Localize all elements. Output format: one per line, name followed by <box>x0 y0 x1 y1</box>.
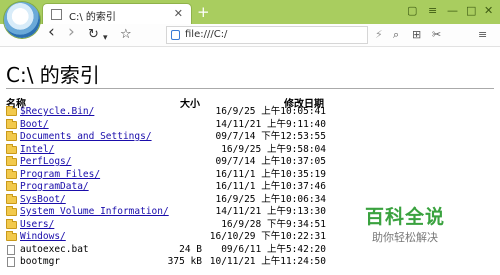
modified-date: 10/11/21 上午11:24:50 <box>209 256 326 267</box>
folder-icon <box>6 106 17 116</box>
list-item: ProgramData/16/11/1 上午10:37:46 <box>0 181 500 194</box>
folder-link[interactable]: Users/ <box>20 219 54 232</box>
modified-date: 14/11/21 上午9:11:40 <box>215 118 326 130</box>
new-tab-button[interactable]: + <box>197 3 210 21</box>
folder-icon <box>6 143 17 154</box>
file-name[interactable]: bootmgr <box>20 256 60 269</box>
modified-date: 16/9/25 上午10:05:41 <box>215 106 326 117</box>
maximize-button[interactable]: □ <box>466 4 476 18</box>
apps-grid-icon[interactable]: ⊞ <box>412 28 421 42</box>
list-item: autoexec.bat 24 B 09/6/11 上午5:42:20 <box>0 244 500 257</box>
folder-link[interactable]: Program Files/ <box>20 169 100 182</box>
modified-date: 16/9/25 上午9:58:04 <box>221 143 326 155</box>
folder-link[interactable]: Boot/ <box>20 119 49 132</box>
screenshot-scissors-icon[interactable]: ✂ <box>432 28 441 42</box>
page-favicon-icon <box>51 9 62 20</box>
tab-title: C:\ 的索引 <box>69 12 116 23</box>
folder-icon <box>6 118 17 129</box>
file-page-icon <box>171 30 180 40</box>
modified-date: 16/11/1 上午10:37:46 <box>215 181 326 192</box>
modified-date: 09/7/14 上午10:37:05 <box>215 156 326 167</box>
file-name[interactable]: autoexec.bat <box>20 244 89 257</box>
file-icon <box>7 257 15 267</box>
modified-date: 16/9/28 下午9:34:51 <box>221 218 326 230</box>
modified-date: 16/9/25 上午10:06:34 <box>215 193 326 205</box>
main-menu-icon[interactable]: ≡ <box>478 28 487 42</box>
menu-icon[interactable]: ≡ <box>428 4 437 18</box>
watermark-subtitle: 助你轻松解决 <box>372 231 438 244</box>
folder-icon <box>6 218 17 229</box>
pin-window-icon[interactable]: ▢ <box>407 4 417 18</box>
tab-active[interactable]: C:\ 的索引 ✕ <box>42 3 192 25</box>
file-size: 24 B <box>179 243 202 255</box>
folder-icon <box>6 131 17 141</box>
title-divider <box>6 88 494 89</box>
zoom-icon[interactable]: ⌕ <box>393 28 399 42</box>
modified-date: 09/6/11 上午5:42:20 <box>221 243 326 255</box>
folder-link[interactable]: Windows/ <box>20 231 66 244</box>
address-bar[interactable]: file:///C:/ <box>166 26 368 44</box>
folder-icon <box>6 156 17 166</box>
file-size: 375 kB <box>167 256 202 267</box>
list-item: Boot/14/11/21 上午9:11:40 <box>0 118 500 132</box>
modified-date: 16/10/29 下午10:22:31 <box>209 231 326 242</box>
list-item: bootmgr 375 kB 10/11/21 上午11:24:50 <box>0 256 500 269</box>
modified-date: 09/7/14 下午12:53:55 <box>215 131 326 142</box>
folder-link[interactable]: PerfLogs/ <box>20 156 71 169</box>
folder-link[interactable]: System Volume Information/ <box>20 206 169 219</box>
folder-link[interactable]: SysBoot/ <box>20 194 66 207</box>
navigation-toolbar: ‹ › ↻ ▾ ☆ file:///C:/ ⚡ ⌕ ⊞ ✂ ≡ <box>0 24 500 47</box>
forward-icon[interactable]: › <box>68 24 75 41</box>
folder-link[interactable]: Intel/ <box>20 144 54 157</box>
list-item: PerfLogs/09/7/14 上午10:37:05 <box>0 156 500 169</box>
flash-icon[interactable]: ⚡ <box>375 28 383 42</box>
file-icon <box>7 244 15 255</box>
browser-logo-icon <box>4 2 40 38</box>
folder-icon <box>6 206 17 216</box>
folder-icon <box>6 231 17 241</box>
tab-strip: C:\ 的索引 ✕ + ▢ ≡ — □ ✕ <box>0 0 500 38</box>
list-item: Documents and Settings/09/7/14 下午12:53:5… <box>0 131 500 144</box>
list-item: Intel/16/9/25 上午9:58:04 <box>0 143 500 157</box>
tab-close-icon[interactable]: ✕ <box>174 7 183 20</box>
folder-icon <box>6 168 17 179</box>
back-icon[interactable]: ‹ <box>48 24 55 41</box>
reload-menu-icon[interactable]: ▾ <box>103 30 108 46</box>
folder-link[interactable]: $Recycle.Bin/ <box>20 106 94 119</box>
folder-link[interactable]: Documents and Settings/ <box>20 131 152 144</box>
modified-date: 16/11/1 上午10:35:19 <box>215 168 326 180</box>
watermark-title: 百科全说 <box>365 206 446 228</box>
list-item: $Recycle.Bin/16/9/25 上午10:05:41 <box>0 106 500 119</box>
modified-date: 14/11/21 上午9:13:30 <box>215 206 326 217</box>
address-input[interactable]: file:///C:/ <box>185 29 227 40</box>
reload-icon[interactable]: ↻ <box>88 27 99 43</box>
folder-icon <box>6 193 17 204</box>
page-title: C:\ 的索引 <box>6 63 100 87</box>
minimize-button[interactable]: — <box>447 4 458 18</box>
bookmark-star-icon[interactable]: ☆ <box>120 27 132 43</box>
list-item: Program Files/16/11/1 上午10:35:19 <box>0 168 500 182</box>
folder-icon <box>6 181 17 191</box>
close-window-button[interactable]: ✕ <box>484 4 493 18</box>
folder-link[interactable]: ProgramData/ <box>20 181 89 194</box>
